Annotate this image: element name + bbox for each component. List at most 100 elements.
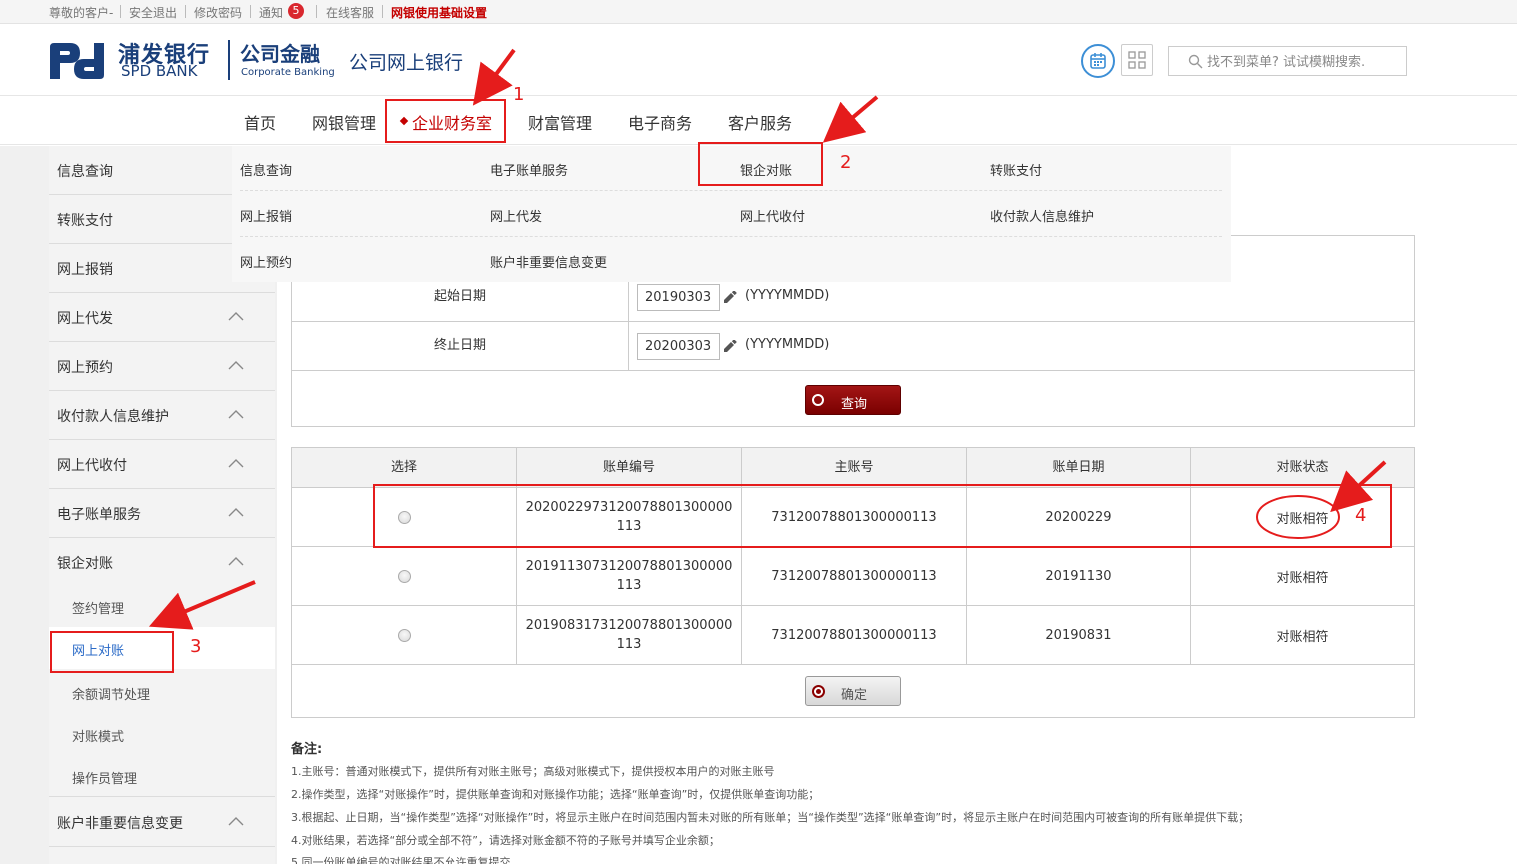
dropdown-item-transfer[interactable]: 转账支付 xyxy=(990,160,1042,179)
nav-home[interactable]: 首页 xyxy=(244,110,276,134)
sidebar-item-label: 信息查询 xyxy=(57,164,113,180)
sidebar-item-reconciliation[interactable]: 银企对账 xyxy=(49,538,275,587)
sidebar-sub-balance-adjustment[interactable]: 余额调节处理 xyxy=(49,671,275,713)
annotation-box-nav xyxy=(385,99,506,143)
table-header: 选择 账单编号 主账号 账单日期 对账状态 xyxy=(292,448,1414,488)
sidebar-sub-reconciliation-mode[interactable]: 对账模式 xyxy=(49,713,275,755)
divider xyxy=(185,5,186,18)
dropdown-item-e-statement[interactable]: 电子账单服务 xyxy=(490,160,568,179)
annotation-number: 2 xyxy=(840,152,852,173)
note-line: 2.操作类型，选择“对账操作”时，提供账单查询和对账操作功能；选择“账单查询”时… xyxy=(291,788,820,801)
divider xyxy=(382,5,383,18)
dropdown-item-reimbursement[interactable]: 网上报销 xyxy=(240,206,292,225)
column-header-status: 对账状态 xyxy=(1276,460,1329,475)
spd-logo-icon xyxy=(50,43,104,79)
sidebar-item-account-change[interactable]: 账户非重要信息变更 xyxy=(49,798,275,847)
annotation-box-sidebar xyxy=(50,631,174,673)
column-header-date: 账单日期 xyxy=(967,448,1191,488)
divider xyxy=(250,5,251,18)
sidebar-sub-operator-management[interactable]: 操作员管理 xyxy=(49,755,275,797)
sidebar-item-label: 网上预约 xyxy=(57,360,113,376)
status-cell: 对账相符 xyxy=(1276,629,1329,645)
confirm-button-label: 确定 xyxy=(840,688,867,703)
sidebar-item-payroll[interactable]: 网上代发 xyxy=(49,293,275,342)
nav-ebank-management[interactable]: 网银管理 xyxy=(312,110,376,134)
annotation-box-dropdown xyxy=(698,142,823,186)
chevron-up-icon xyxy=(228,312,244,321)
sidebar-item-label: 网上代发 xyxy=(57,311,113,327)
menu-search-box[interactable] xyxy=(1168,46,1407,76)
sidebar-item-label: 网上报销 xyxy=(57,262,113,278)
end-date-input[interactable] xyxy=(637,333,720,360)
brand-corporate-en: Corporate Banking xyxy=(241,67,335,78)
confirm-button[interactable]: 确定 xyxy=(805,676,901,706)
sidebar-item-e-statement[interactable]: 电子账单服务 xyxy=(49,489,275,538)
sidebar-item-label: 账户非重要信息变更 xyxy=(57,816,183,832)
divider xyxy=(120,5,121,18)
column-header-bill-no: 账单编号 xyxy=(517,448,742,488)
chevron-up-icon xyxy=(228,410,244,419)
chevron-up-icon xyxy=(228,361,244,370)
dropdown-item-collection-payment[interactable]: 网上代收付 xyxy=(740,206,805,225)
dropdown-item-account-change[interactable]: 账户非重要信息变更 xyxy=(490,252,607,271)
notice-count-badge: 5 xyxy=(288,3,304,19)
row-radio[interactable] xyxy=(397,628,411,642)
sidebar-sub-label: 操作员管理 xyxy=(72,772,138,787)
select-cell xyxy=(292,606,517,664)
select-cell xyxy=(292,547,517,605)
search-input[interactable] xyxy=(1207,51,1402,73)
online-service-link[interactable]: 在线客服 xyxy=(326,4,374,21)
sidebar-item-label: 网上代收付 xyxy=(57,458,127,474)
dropdown-item-payroll[interactable]: 网上代发 xyxy=(490,206,542,225)
settings-link[interactable]: 网银使用基础设置 xyxy=(391,4,487,21)
notes-title: 备注: xyxy=(291,742,323,757)
sidebar-item-collection-payment[interactable]: 网上代收付 xyxy=(49,440,275,489)
top-utility-bar: 尊敬的客户- 安全退出 修改密码 通知 5 在线客服 网银使用基础设置 xyxy=(0,0,1517,24)
change-password-link[interactable]: 修改密码 xyxy=(194,4,242,21)
date-format-hint: (YYYYMMDD) xyxy=(745,288,830,303)
sidebar-item-label: 银企对账 xyxy=(57,556,113,572)
date-format-hint: (YYYYMMDD) xyxy=(745,337,830,352)
status-cell: 对账相符 xyxy=(1276,570,1329,586)
annotation-number: 3 xyxy=(190,636,202,657)
bill-no-cell: 2019113073120078801300000113 xyxy=(517,547,742,605)
date-cell: 20191130 xyxy=(967,547,1191,605)
sidebar-item-label: 转账支付 xyxy=(57,213,113,229)
logout-link[interactable]: 安全退出 xyxy=(129,4,177,21)
dropdown-item-info-query[interactable]: 信息查询 xyxy=(240,160,292,179)
query-button[interactable]: 查询 xyxy=(805,385,901,415)
dropdown-item-appointment[interactable]: 网上预约 xyxy=(240,252,292,271)
sidebar-sub-contract[interactable]: 签约管理 xyxy=(49,585,275,627)
dropdown-item-payee-maintenance[interactable]: 收付款人信息维护 xyxy=(990,206,1094,225)
nav-ecommerce[interactable]: 电子商务 xyxy=(628,110,692,134)
sidebar-item-appointment[interactable]: 网上预约 xyxy=(49,342,275,391)
date-cell: 20190831 xyxy=(967,606,1191,664)
sidebar-item-payee-maintenance[interactable]: 收付款人信息维护 xyxy=(49,391,275,440)
date-picker-icon[interactable] xyxy=(723,291,737,303)
app-grid-button[interactable] xyxy=(1121,44,1153,76)
brand-divider xyxy=(228,40,230,80)
annotation-box-row xyxy=(373,484,1392,548)
sidebar-sub-label: 余额调节处理 xyxy=(72,688,151,703)
column-header-account: 主账号 xyxy=(742,448,967,488)
calendar-button[interactable] xyxy=(1081,44,1115,78)
page-title: 公司网上银行 xyxy=(349,52,464,74)
note-line: 4.对账结果，若选择“部分或全部不符”，请选择对账金额不符的子账号并填写企业余额… xyxy=(291,834,720,847)
account-cell: 73120078801300000113 xyxy=(742,606,967,664)
sidebar-item-label: 收付款人信息维护 xyxy=(57,409,169,425)
brand-corporate-cn: 公司金融 xyxy=(240,42,320,66)
note-line: 3.根据起、止日期，当“操作类型”选择“对账操作”时，将显示主账户在时间范围内暂… xyxy=(291,811,1250,824)
notice-link[interactable]: 通知 xyxy=(259,4,283,21)
chevron-up-icon xyxy=(228,817,244,826)
row-radio[interactable] xyxy=(397,569,411,583)
greeting-text: 尊敬的客户- xyxy=(49,6,114,20)
nav-customer-service[interactable]: 客户服务 xyxy=(728,110,792,134)
date-picker-icon[interactable] xyxy=(723,340,737,352)
table-row: 2019083173120078801300000113 73120078801… xyxy=(292,606,1414,665)
dropdown-divider xyxy=(240,236,1222,237)
end-date-label: 终止日期 xyxy=(292,322,629,370)
end-date-row: 终止日期 (YYYYMMDD) xyxy=(292,322,1414,371)
nav-wealth-management[interactable]: 财富管理 xyxy=(528,110,592,134)
search-icon xyxy=(1188,54,1203,69)
start-date-input[interactable] xyxy=(637,284,720,311)
